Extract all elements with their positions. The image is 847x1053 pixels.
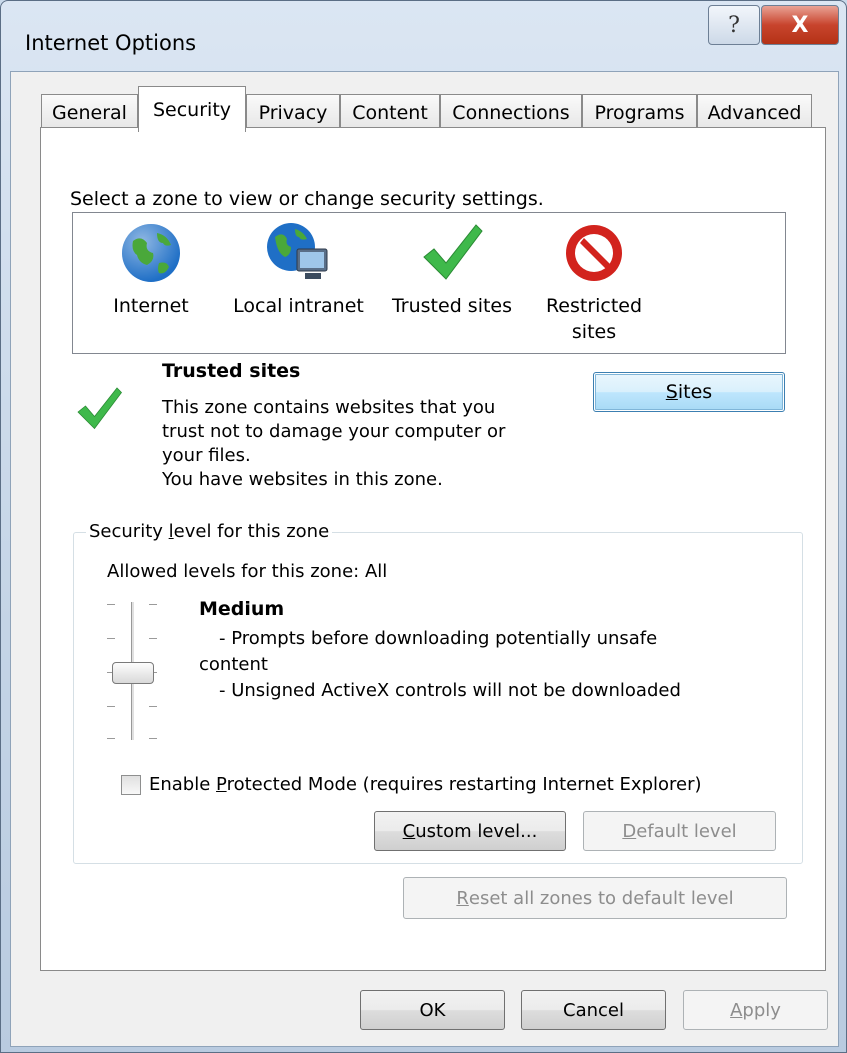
intranet-globe-icon [266,223,327,279]
checkmark-icon [77,387,122,430]
default-level-button[interactable]: Default level [583,811,776,851]
zone-label: Internet [113,295,189,317]
window-title: Internet Options [25,31,197,55]
tab-advanced[interactable]: Advanced [697,94,812,130]
zone-restricted-sites[interactable]: Restricted sites [539,219,649,345]
zone-trusted-sites[interactable]: Trusted sites [387,219,517,319]
custom-level-button[interactable]: Custom level... [374,811,566,851]
tab-programs[interactable]: Programs [582,94,697,130]
security-level-name: Medium [199,598,285,620]
protected-mode-option[interactable]: Enable Protected Mode (requires restarti… [121,774,702,795]
apply-button[interactable]: Apply [683,990,828,1030]
security-tab-panel: Select a zone to view or change security… [40,127,826,971]
no-entry-icon [566,225,622,281]
zone-label: Trusted sites [391,295,513,317]
close-icon: X [791,12,809,38]
tab-privacy[interactable]: Privacy [246,94,340,130]
title-bar[interactable]: Internet Options ? X [1,1,846,77]
help-button[interactable]: ? [708,5,760,45]
tab-content[interactable]: Content [340,94,440,130]
reset-all-zones-button[interactable]: Reset all zones to default level [403,877,787,919]
zone-prompt: Select a zone to view or change security… [70,188,544,210]
zone-label-line2: sites [571,321,617,343]
dialog-client-area: General Security Privacy Content Connect… [10,71,839,1047]
protected-mode-label: Enable Protected Mode (requires restarti… [149,774,702,795]
globe-icon [122,224,180,282]
zone-internet[interactable]: Internet [101,219,201,319]
slider-thumb[interactable] [112,662,154,684]
sites-button[interactable]: Sites [593,372,785,412]
tab-connections[interactable]: Connections [440,94,582,130]
tab-security[interactable]: Security [138,86,246,132]
zone-label: Local intranet [233,295,364,317]
zone-label: Restricted [545,295,643,317]
allowed-levels-text: Allowed levels for this zone: All [107,561,388,582]
close-button[interactable]: X [761,5,839,45]
selected-zone-title: Trusted sites [162,360,301,382]
internet-options-window: Internet Options ? X General Security Pr… [0,0,847,1053]
tab-general[interactable]: General [41,94,138,130]
zone-local-intranet[interactable]: Local intranet [231,219,366,319]
checkmark-icon [423,224,483,280]
security-level-description: - Prompts before downloading potentially… [199,628,681,701]
selected-zone-description: This zone contains websites that you tru… [162,397,506,490]
help-icon: ? [728,12,740,38]
zone-list: Internet Local intranet Trusted sites Re… [72,212,786,354]
security-level-slider[interactable] [99,598,179,743]
security-level-group-title: Security level for this zone [86,521,333,542]
cancel-button[interactable]: Cancel [521,990,666,1030]
ok-button[interactable]: OK [360,990,505,1030]
protected-mode-checkbox[interactable] [121,774,141,795]
